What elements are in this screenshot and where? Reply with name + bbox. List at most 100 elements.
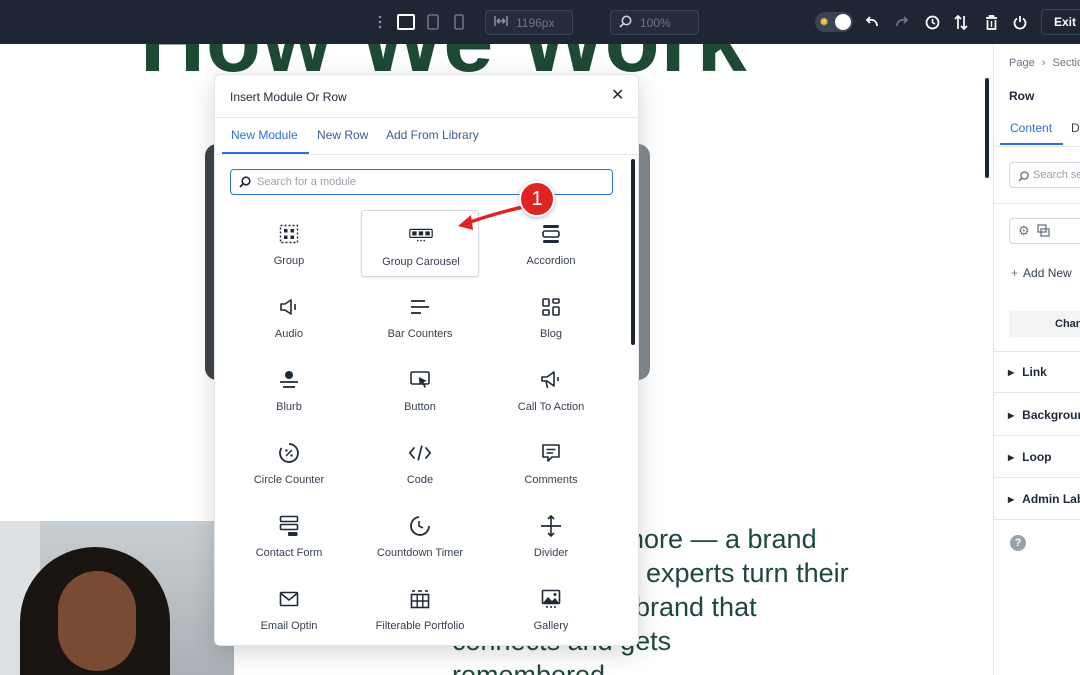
annotation-badge: 1 [519, 181, 555, 217]
add-new-label: Add New [1023, 266, 1072, 280]
preset-controls[interactable]: ⚙ [1009, 218, 1080, 244]
modal-title: Insert Module Or Row [230, 90, 347, 104]
breadcrumb-separator: › [1041, 57, 1046, 69]
accordion-icon [539, 223, 563, 245]
module-bar-counters[interactable]: Bar Counters [361, 283, 479, 350]
preset-copy-icon[interactable] [1037, 224, 1050, 242]
caret-right-icon: ▶ [1008, 495, 1015, 504]
countdown-timer-icon [408, 515, 432, 537]
phone-view-icon[interactable] [452, 13, 466, 31]
breadcrumb-section[interactable]: Section [1053, 57, 1080, 69]
exit-button[interactable]: Exit [1041, 9, 1080, 35]
module-label: Comments [524, 474, 578, 486]
redo-icon[interactable] [893, 13, 911, 31]
section-background[interactable]: ▶ Background [994, 394, 1080, 436]
code-icon [408, 442, 432, 464]
tabs-divider [215, 154, 638, 155]
group-carousel-icon [409, 224, 433, 246]
undo-icon[interactable] [863, 13, 881, 31]
module-label: Contact Form [255, 547, 323, 559]
photo-face [58, 571, 136, 671]
module-label: Accordion [526, 255, 576, 267]
section-loop-label: Loop [1022, 450, 1052, 464]
module-comments[interactable]: Comments [492, 429, 610, 496]
module-circle-counter[interactable]: Circle Counter [230, 429, 348, 496]
bar-counters-icon [408, 296, 432, 318]
close-icon[interactable]: ✕ [611, 88, 624, 104]
module-gallery[interactable]: Gallery [492, 575, 610, 642]
trash-icon[interactable] [982, 13, 1000, 31]
tablet-view-icon[interactable] [425, 13, 441, 31]
module-label: Countdown Timer [376, 547, 464, 559]
tab-add-from-library[interactable]: Add From Library [386, 128, 479, 142]
tab-content[interactable]: Content [1010, 121, 1052, 135]
module-blurb[interactable]: Blurb [230, 356, 348, 423]
module-countdown-timer[interactable]: Countdown Timer [361, 502, 479, 569]
plus-icon: + [1011, 266, 1019, 280]
breadcrumb-page[interactable]: Page [1009, 57, 1035, 69]
module-divider[interactable]: Divider [492, 502, 610, 569]
module-label: Audio [274, 328, 304, 340]
preset-gear-icon[interactable]: ⚙ [1018, 224, 1030, 238]
module-label: Circle Counter [253, 474, 325, 486]
caret-right-icon: ▶ [1008, 453, 1015, 462]
module-label: Code [406, 474, 434, 486]
change-button[interactable]: Change [1009, 311, 1080, 337]
tab-design[interactable]: Design [1071, 121, 1080, 135]
body-line-5: remembered [452, 660, 606, 675]
module-audio[interactable]: Audio [230, 283, 348, 350]
element-title: Row [1009, 89, 1035, 103]
module-email-optin[interactable]: Email Optin [230, 575, 348, 642]
module-group-carousel[interactable]: Group Carousel [361, 210, 479, 277]
module-button[interactable]: Button [361, 356, 479, 423]
portrait-photo [0, 521, 234, 675]
section-link[interactable]: ▶ Link [994, 351, 1080, 393]
module-accordion[interactable]: Accordion [492, 210, 610, 277]
modal-scrollbar[interactable] [631, 159, 635, 345]
module-label: Email Optin [260, 620, 318, 632]
module-label: Group Carousel [382, 256, 460, 268]
module-blog[interactable]: Blog [492, 283, 610, 350]
tab-new-module[interactable]: New Module [231, 128, 298, 142]
drag-handle-icon[interactable] [374, 14, 386, 30]
settings-panel: Page › Section Row Content Design Search… [993, 44, 1080, 675]
module-search[interactable] [230, 169, 613, 195]
canvas-width-field[interactable]: 1196px [485, 10, 573, 35]
module-filterable-portfolio[interactable]: Filterable Portfolio [361, 575, 479, 642]
module-label: Call To Action [517, 401, 585, 413]
add-new-link[interactable]: + Add New [1011, 266, 1072, 280]
blog-icon [539, 296, 563, 318]
email-optin-icon [277, 588, 301, 610]
history-icon[interactable] [923, 13, 941, 31]
width-icon [494, 15, 508, 30]
module-call-to-action[interactable]: Call To Action [492, 356, 610, 423]
section-loop[interactable]: ▶ Loop [994, 436, 1080, 478]
top-toolbar: 1196px 100% ✹ Exit [0, 0, 1080, 44]
zoom-field[interactable]: 100% [610, 10, 699, 35]
section-admin-label[interactable]: ▶ Admin Label [994, 478, 1080, 520]
module-group[interactable]: Group [230, 210, 348, 277]
power-icon[interactable] [1011, 13, 1029, 31]
theme-toggle-icon[interactable]: ✹ [815, 12, 853, 32]
button-icon [408, 369, 432, 391]
module-label: Button [404, 401, 436, 413]
help-icon[interactable]: ? [1010, 535, 1026, 551]
module-label: Filterable Portfolio [375, 620, 465, 632]
sun-icon: ✹ [819, 15, 830, 29]
canvas-width-value: 1196px [516, 15, 555, 30]
canvas-scrollbar[interactable] [985, 78, 989, 178]
settings-search[interactable]: Search settings [1009, 162, 1080, 188]
zoom-value: 100% [640, 15, 671, 30]
sort-icon[interactable] [952, 13, 970, 31]
module-code[interactable]: Code [361, 429, 479, 496]
blurb-icon [277, 369, 301, 391]
search-divider [994, 203, 1080, 204]
module-contact-form[interactable]: Contact Form [230, 502, 348, 569]
section-link-label: Link [1022, 365, 1047, 379]
section-background-label: Background [1022, 408, 1080, 422]
zoom-icon [619, 15, 632, 31]
insert-module-modal: Insert Module Or Row ✕ New Module New Ro… [214, 74, 639, 646]
tabs-divider [994, 146, 1080, 147]
desktop-view-icon[interactable] [396, 13, 416, 31]
tab-new-row[interactable]: New Row [317, 128, 368, 142]
